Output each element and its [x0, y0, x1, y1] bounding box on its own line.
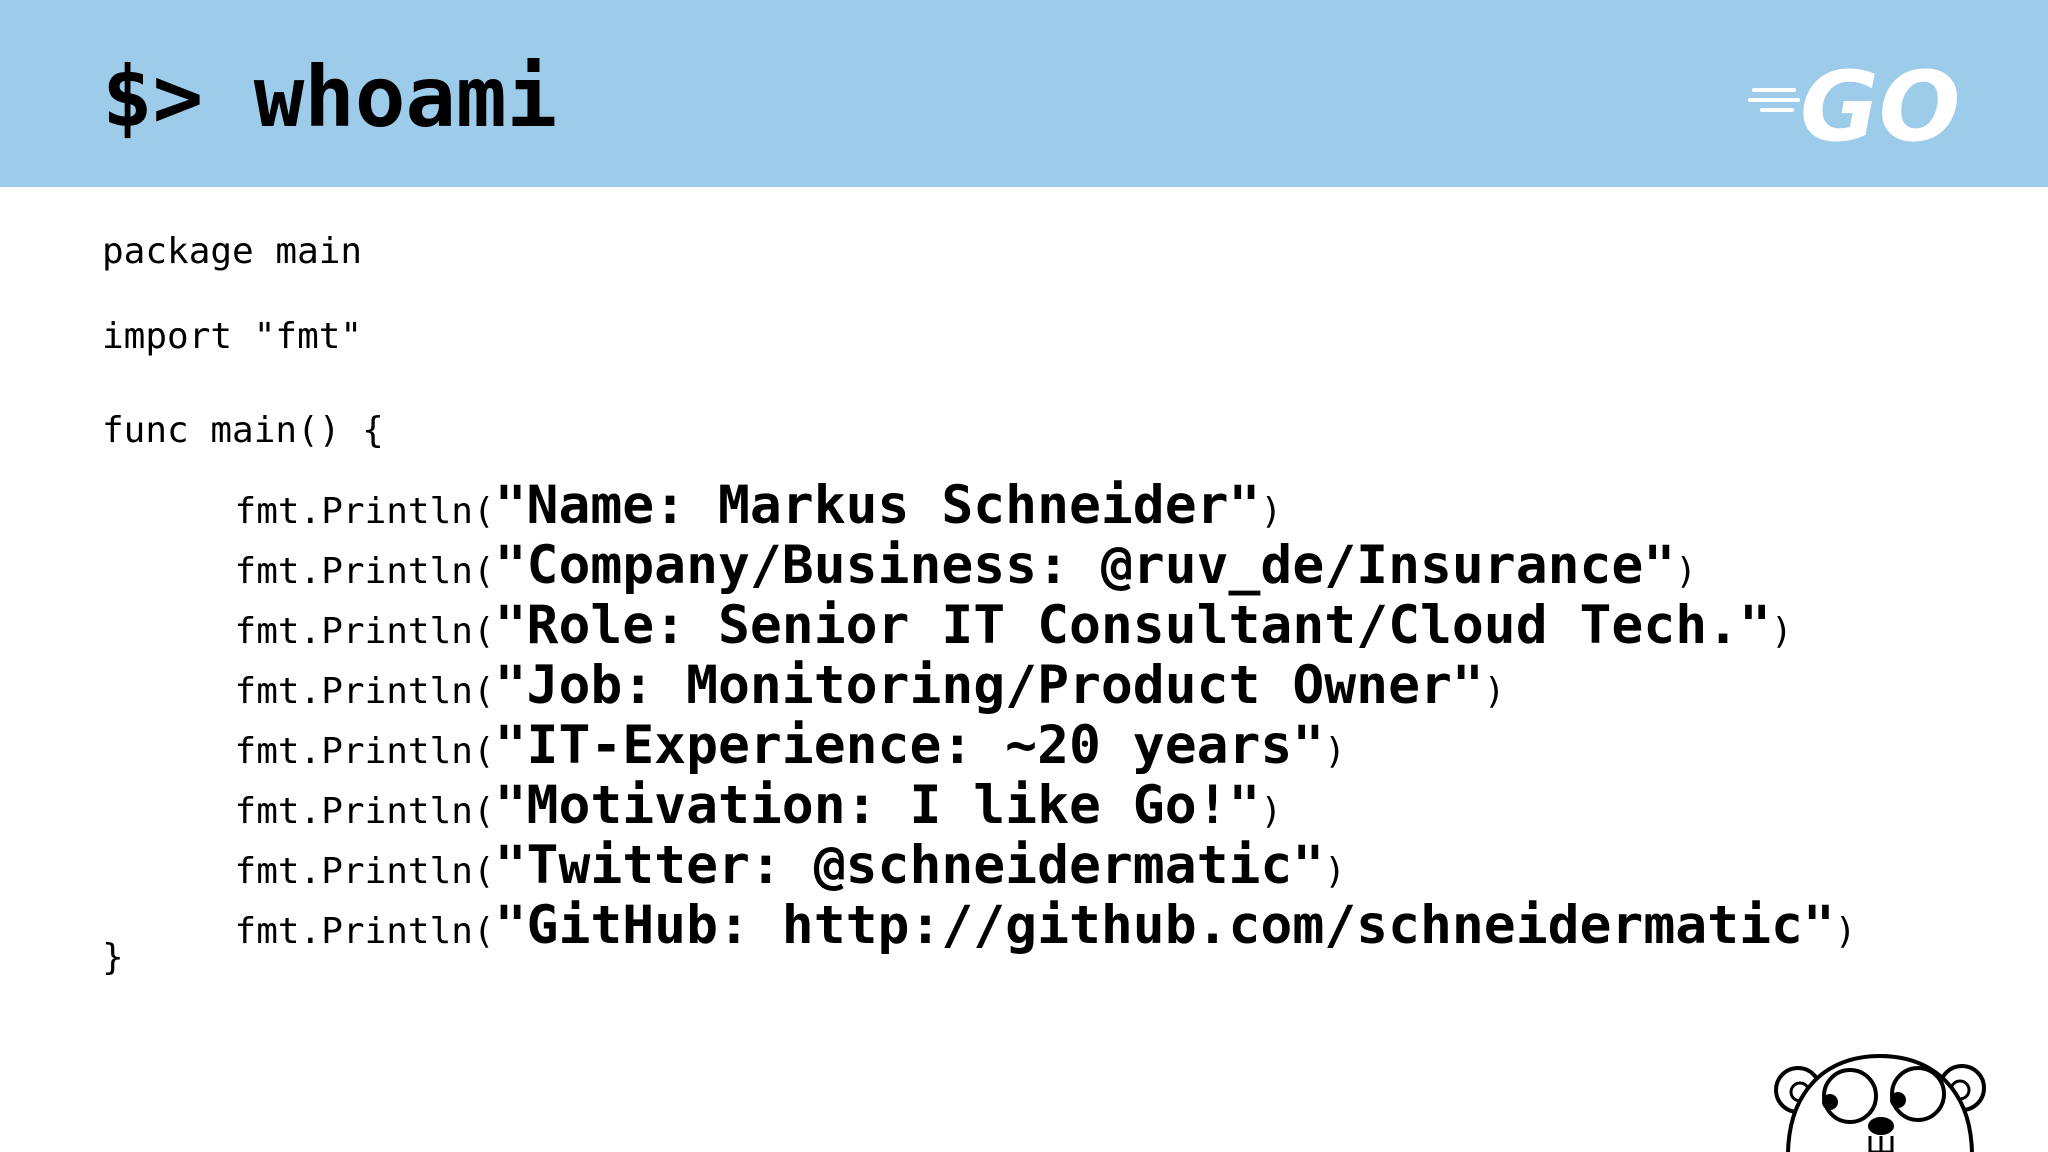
code-print-line: fmt.Println("Company/Business: @ruv_de/I…: [196, 516, 1697, 596]
code-call-suffix: ): [1324, 731, 1346, 772]
code-call-prefix: fmt.Println(: [234, 911, 495, 952]
gopher-mascot-icon: [1774, 1053, 1986, 1152]
code-call-suffix: ): [1483, 671, 1506, 712]
code-print-line: fmt.Println("Twitter: @schneidermatic"): [196, 816, 1346, 896]
code-func-close-line: }: [102, 937, 124, 978]
code-package-line: package main: [102, 231, 363, 272]
code-block: package main import "fmt" func main() { …: [0, 0, 2048, 1152]
code-import-line: import "fmt": [102, 316, 363, 357]
code-call-suffix: ): [1770, 611, 1793, 652]
gopher-eye-right-icon: [1890, 1066, 1946, 1122]
code-print-line: fmt.Println("Name: Markus Schneider"): [196, 456, 1283, 536]
code-func-open-line: func main() {: [102, 410, 384, 451]
code-print-line: fmt.Println("Motivation: I like Go!"): [196, 756, 1283, 836]
code-print-line: fmt.Println("Role: Senior IT Consultant/…: [196, 576, 1793, 656]
gopher-nose-icon: [1868, 1117, 1894, 1135]
code-print-line: fmt.Println("GitHub: http://github.com/s…: [196, 876, 1857, 956]
code-print-line: fmt.Println("Job: Monitoring/Product Own…: [196, 636, 1506, 716]
code-print-line: fmt.Println("IT-Experience: ~20 years"): [196, 696, 1346, 776]
code-call-suffix: ): [1834, 911, 1857, 952]
code-print-string: "GitHub: http://github.com/schneidermati…: [494, 895, 1835, 956]
gopher-eye-left-icon: [1822, 1068, 1878, 1124]
